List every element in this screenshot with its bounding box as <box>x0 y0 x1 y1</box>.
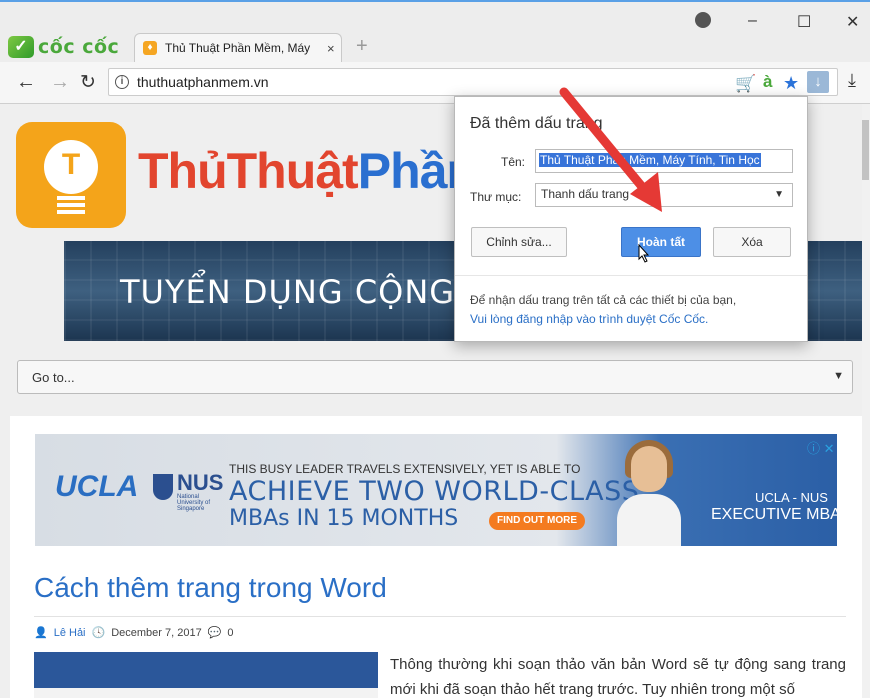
address-bar[interactable]: i thuthuatphanmem.vn 🛒 à ★ ↓ <box>108 68 838 96</box>
sign-in-link[interactable]: Vui lòng đăng nhập vào trình duyệt Cốc C… <box>470 312 708 326</box>
chevron-down-icon: ▼ <box>774 189 784 200</box>
download-icon[interactable]: ⤓ <box>848 70 856 91</box>
annotation-arrow-icon <box>559 87 662 212</box>
save-video-icon[interactable]: ↓ <box>807 71 829 93</box>
comment-icon: 💬 <box>207 627 222 639</box>
article-meta: 👤 Lê Hải 🕓 December 7, 2017 💬 0 <box>34 626 234 640</box>
reload-icon[interactable]: ↻ <box>80 71 96 94</box>
edit-bookmark-button[interactable]: Chỉnh sửa... <box>471 227 567 257</box>
nus-crest-icon <box>153 474 173 500</box>
article-author[interactable]: Lê Hải <box>54 627 86 639</box>
article-title[interactable]: Cách thêm trang trong Word <box>34 572 387 604</box>
ad-cta-button[interactable]: FIND OUT MORE <box>489 512 585 530</box>
logo-letter: T <box>61 148 81 181</box>
advertisement-banner[interactable]: UCLA NUS National University of Singapor… <box>35 434 837 546</box>
site-logo-icon[interactable]: T <box>16 122 126 228</box>
page-scrollbar[interactable] <box>862 104 870 698</box>
site-name[interactable]: ThủThuậtPhần <box>138 142 477 200</box>
back-arrow-icon[interactable]: ← <box>16 71 36 94</box>
minimize-button[interactable]: – <box>748 12 757 30</box>
article-thumbnail[interactable] <box>34 652 378 698</box>
maximize-button[interactable]: ☐ <box>797 12 811 32</box>
goto-menu-select[interactable]: Go to... ▼ <box>17 360 853 394</box>
new-tab-button[interactable]: + <box>356 35 368 58</box>
content-area: UCLA NUS National University of Singapor… <box>10 416 862 698</box>
tab-close-icon[interactable]: × <box>327 41 335 56</box>
site-name-part1: ThủThuật <box>138 143 359 199</box>
ad-person-photo <box>617 440 681 546</box>
delete-bookmark-button[interactable]: Xóa <box>713 227 791 257</box>
comment-count[interactable]: 0 <box>227 627 233 639</box>
ad-brand-nus-sub: National University of Singapore <box>177 494 211 512</box>
profile-icon[interactable] <box>695 12 711 28</box>
adchoices-icon[interactable]: ⓘ ✕ <box>807 438 835 457</box>
article-excerpt: Thông thường khi soạn thảo văn bản Word … <box>390 656 846 698</box>
popup-divider <box>455 275 807 276</box>
folder-label: Thư mục: <box>470 190 522 204</box>
ad-line-3: MBAs IN 15 MONTHS <box>229 506 459 531</box>
tab-favicon-icon: ♦ <box>143 41 157 55</box>
user-icon: 👤 <box>34 627 48 639</box>
done-button[interactable]: Hoàn tất <box>621 227 701 257</box>
top-accent-line <box>0 0 870 2</box>
clock-icon: 🕓 <box>91 627 106 639</box>
ad-brand-ucla: UCLA <box>55 470 139 503</box>
browser-brand-name: cốc cốc <box>38 36 120 58</box>
browser-tab[interactable]: ♦ Thủ Thuật Phần Mềm, Máy × <box>134 33 342 62</box>
lightbulb-base <box>57 196 85 216</box>
word-ribbon <box>34 688 378 698</box>
ad-program-line-1: UCLA - NUS <box>755 490 828 505</box>
banner-text: TUYỂN DỤNG CỘNG <box>120 273 456 311</box>
vietnamese-typing-icon[interactable]: à <box>763 72 772 92</box>
site-info-icon[interactable]: i <box>115 75 129 89</box>
address-url[interactable]: thuthuatphanmem.vn <box>137 74 269 90</box>
name-label: Tên: <box>501 155 526 169</box>
close-window-button[interactable]: ✕ <box>846 12 859 32</box>
ad-line-1: THIS BUSY LEADER TRAVELS EXTENSIVELY, YE… <box>229 462 581 476</box>
scrollbar-thumb[interactable] <box>862 120 869 180</box>
browser-brand[interactable]: ✓ cốc cốc <box>8 35 119 59</box>
ad-program-line-2: EXECUTIVE MBA <box>711 506 837 523</box>
ad-brand-nus: NUS <box>177 470 224 495</box>
tab-title: Thủ Thuật Phần Mềm, Máy <box>165 41 311 55</box>
browser-titlebar: ✓ cốc cốc ♦ Thủ Thuật Phần Mềm, Máy × + … <box>0 0 870 62</box>
mouse-cursor-icon <box>638 244 650 263</box>
ad-line-2: ACHIEVE TWO WORLD-CLASS <box>229 476 640 507</box>
goto-label: Go to... <box>32 369 75 385</box>
forward-arrow-icon[interactable]: → <box>50 71 70 94</box>
chevron-down-icon: ▼ <box>833 370 844 382</box>
sync-message: Để nhận dấu trang trên tất cả các thiết … <box>470 293 737 307</box>
shopping-cart-icon[interactable]: 🛒 <box>735 74 756 94</box>
title-divider <box>34 616 846 617</box>
coccoc-logo-icon: ✓ <box>8 36 34 58</box>
bookmark-star-icon[interactable]: ★ <box>783 73 799 94</box>
article-date: December 7, 2017 <box>111 626 202 639</box>
